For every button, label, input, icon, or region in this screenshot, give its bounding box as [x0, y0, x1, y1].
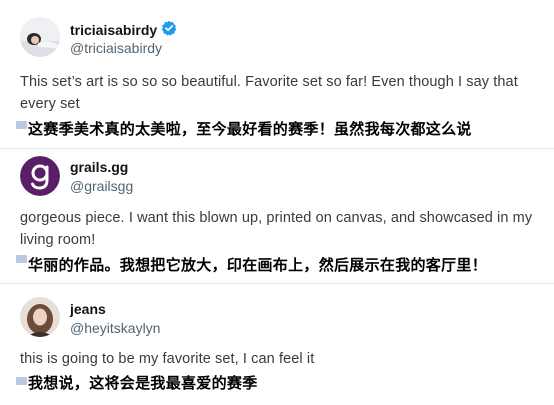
avatar[interactable]: [20, 17, 60, 57]
profile-photo-icon: [20, 297, 60, 337]
reply-2[interactable]: grails.gg @grailsgg gorgeous piece. I wa…: [0, 149, 554, 283]
translate-icon: [16, 121, 27, 129]
reply-text: this is going to be my favorite set, I c…: [20, 351, 315, 367]
avatar[interactable]: [20, 156, 60, 196]
profile-photo-icon: [20, 17, 60, 57]
translate-icon: [16, 377, 27, 385]
reply-text: This set’s art is so so so beautiful. Fa…: [20, 74, 518, 112]
handle[interactable]: @heyitskaylyn: [70, 320, 160, 336]
handle[interactable]: @grailsgg: [70, 178, 133, 194]
verified-badge-icon: [161, 20, 177, 39]
translate-icon: [16, 255, 27, 263]
reply-1[interactable]: triciaisabirdy @triciaisabirdy This set’…: [0, 0, 554, 148]
avatar[interactable]: [20, 297, 60, 337]
translation-text: 华丽的作品。我想把它放大，印在画布上，然后展示在我的客厅里！: [28, 256, 488, 274]
reply-3[interactable]: jeans @heyitskaylyn this is going to be …: [0, 284, 554, 405]
display-name[interactable]: grails.gg: [70, 159, 128, 175]
grails-logo-icon: [20, 156, 60, 196]
display-name[interactable]: jeans: [70, 301, 106, 317]
translation-text: 我想说，这将会是我最喜爱的赛季: [28, 374, 258, 392]
translation-text: 这赛季美术真的太美啦，至今最好看的赛季！虽然我每次都这么说: [28, 120, 472, 138]
reply-text: gorgeous piece. I want this blown up, pr…: [20, 210, 533, 248]
display-name[interactable]: triciaisabirdy: [70, 22, 157, 38]
handle[interactable]: @triciaisabirdy: [70, 40, 162, 56]
